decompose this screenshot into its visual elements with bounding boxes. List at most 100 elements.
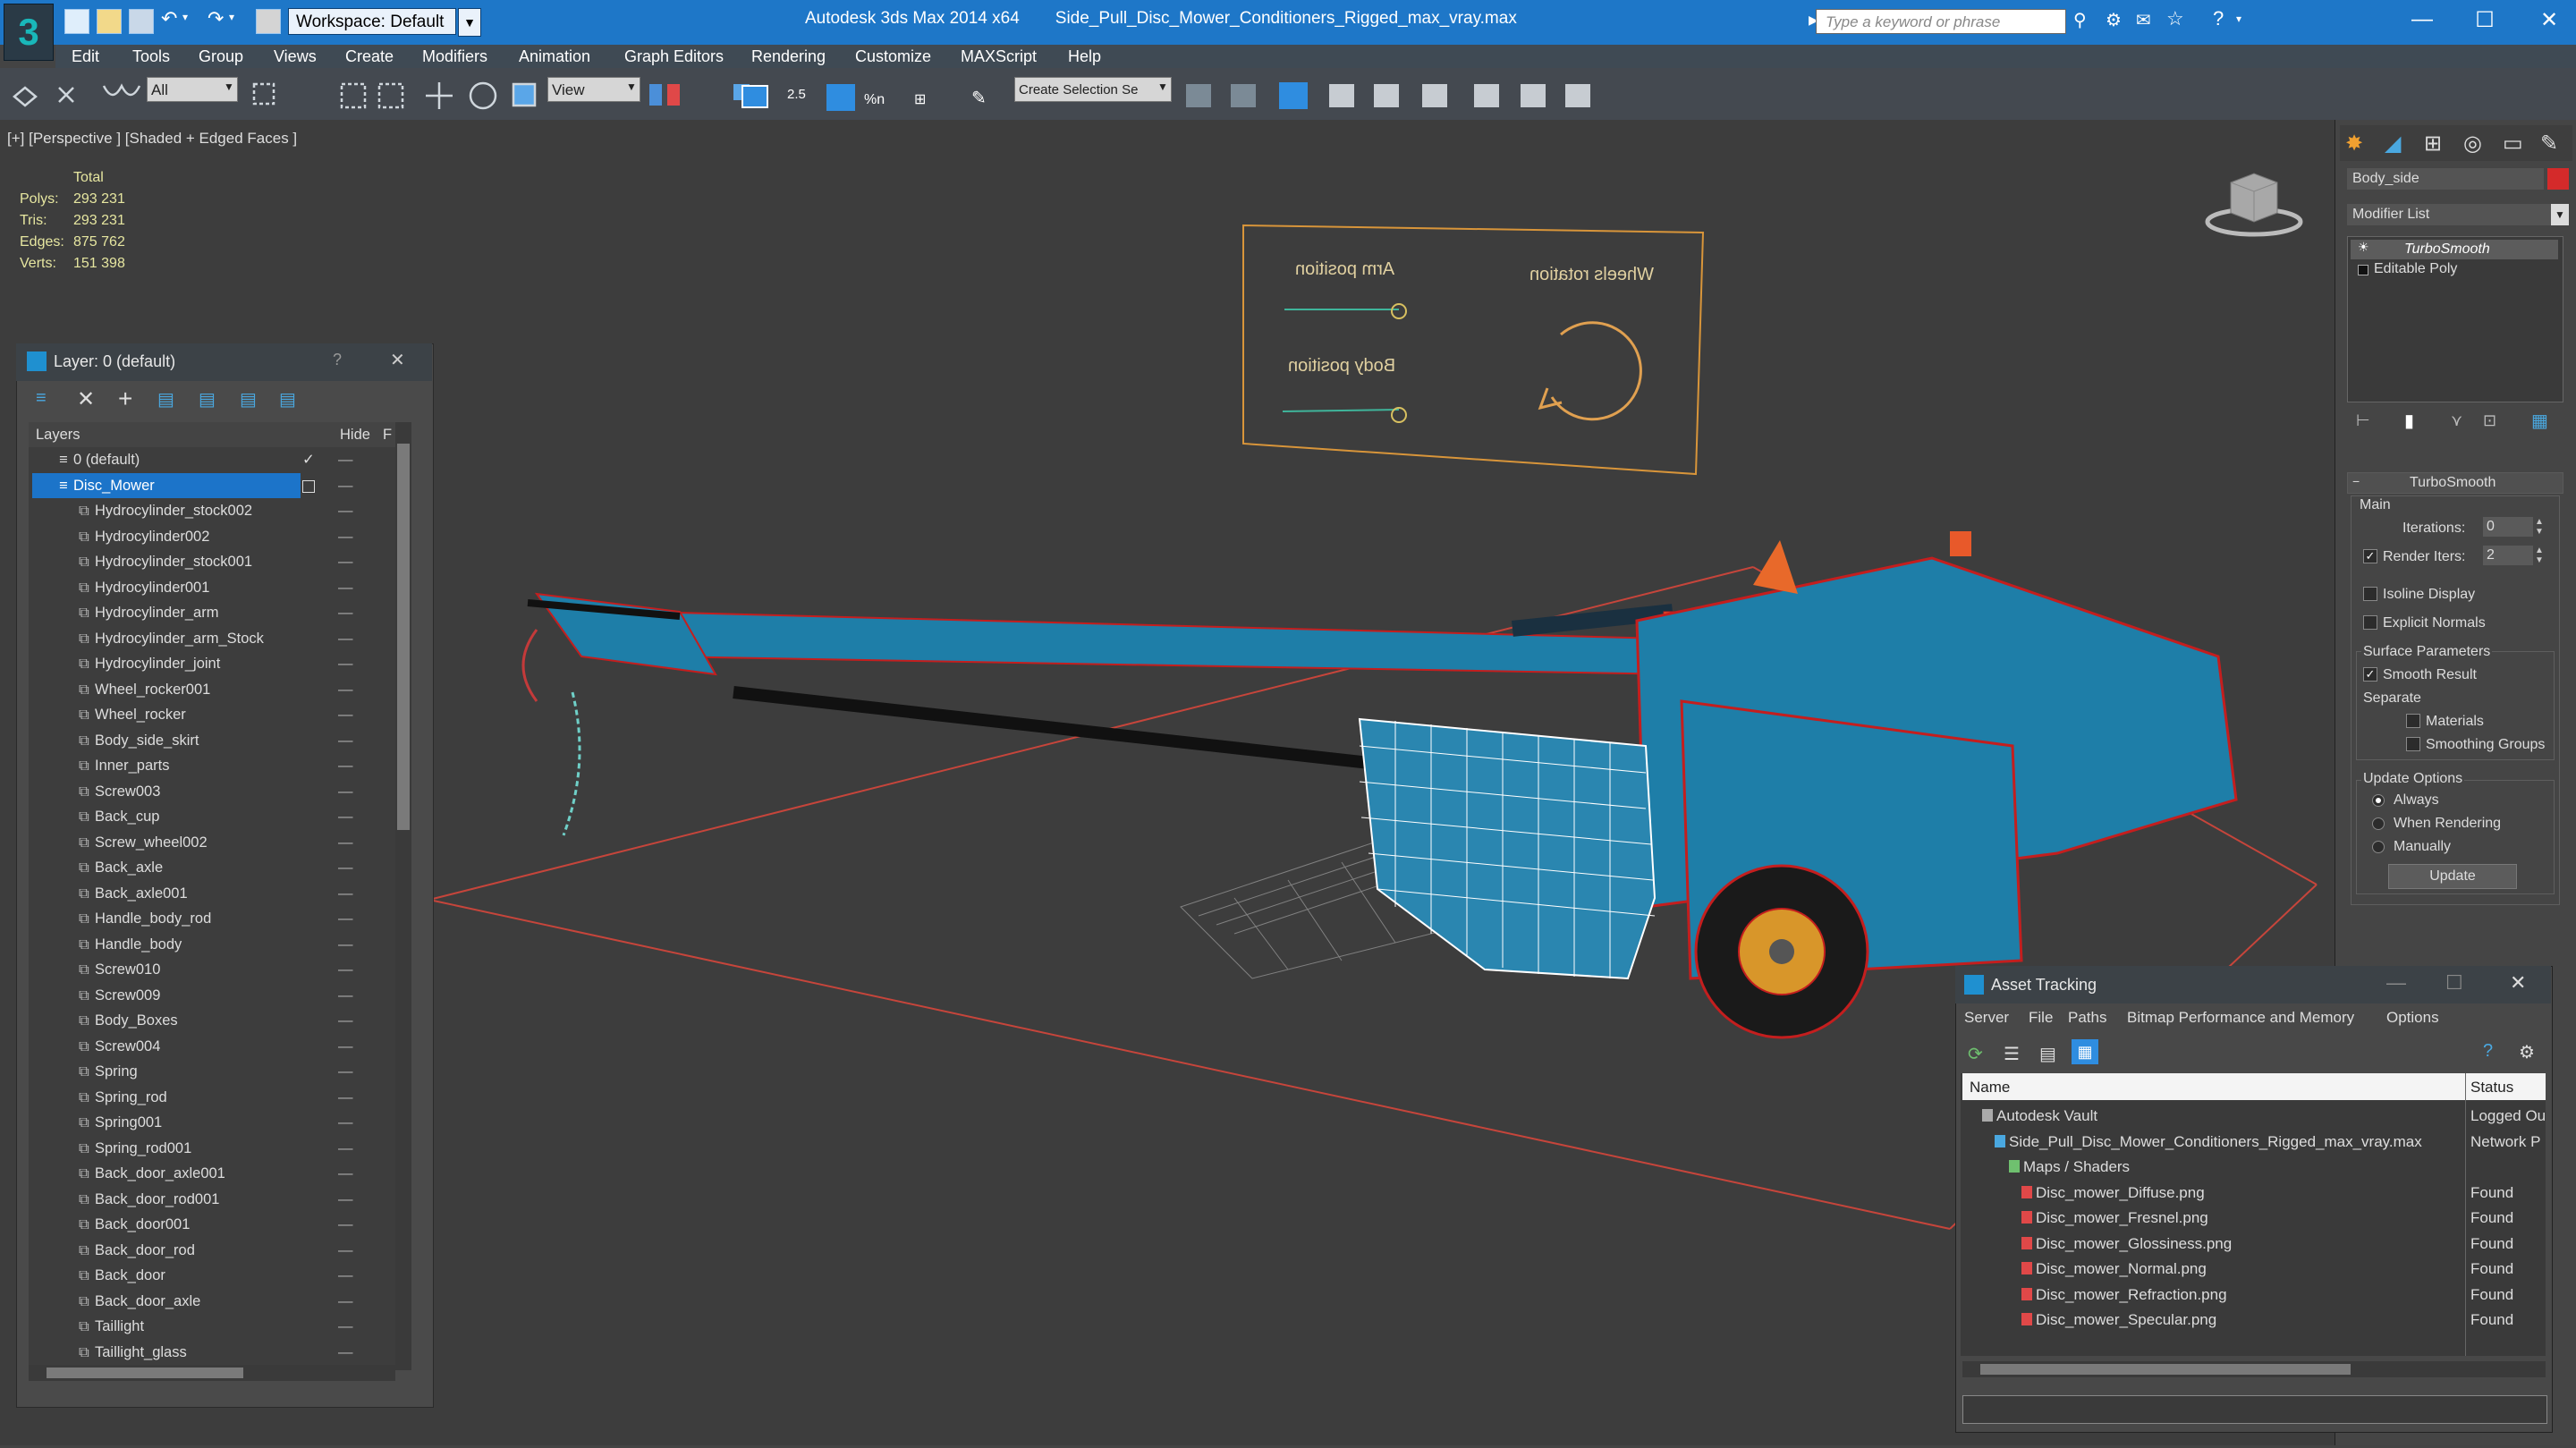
current-layer-icon[interactable]	[302, 479, 315, 493]
layer-object-row[interactable]: ⧉ Body_side_skirt —	[29, 728, 395, 754]
menu-graph-editors[interactable]: Graph Editors	[624, 45, 724, 68]
render-iters-spinner[interactable]: 2	[2483, 546, 2533, 565]
layer-object-row[interactable]: ⧉ Body_Boxes —	[29, 1008, 395, 1034]
column-hide[interactable]: Hide	[340, 427, 370, 444]
help-icon[interactable]: ?	[2483, 1041, 2493, 1062]
maximize-icon[interactable]: ☐	[2467, 7, 2503, 33]
layer-object-row[interactable]: ⧉ Hydrocylinder002 —	[29, 524, 395, 550]
redo-dropdown-icon[interactable]: ▾	[229, 11, 234, 23]
maximize-icon[interactable]: ☐	[2445, 971, 2463, 995]
layer-object-row[interactable]: ⧉ Screw010 —	[29, 957, 395, 983]
chevron-down-icon[interactable]: ▼	[2551, 204, 2569, 225]
asset-menu-file[interactable]: File	[2029, 1009, 2053, 1027]
project-folder-icon[interactable]	[256, 9, 281, 34]
menu-maxscript[interactable]: MAXScript	[961, 45, 1037, 68]
stack-item-editable-poly[interactable]: Editable Poly	[2374, 261, 2457, 277]
hide-toggle[interactable]: —	[338, 1034, 353, 1060]
freeze-all-layers-icon[interactable]: ▤	[279, 388, 296, 411]
hide-toggle[interactable]: —	[338, 779, 353, 805]
new-file-icon[interactable]	[64, 9, 89, 34]
layer-object-row[interactable]: ⧉ Back_axle —	[29, 855, 395, 881]
when-rendering-radio[interactable]	[2372, 817, 2385, 830]
asset-row[interactable]: Maps / Shaders	[1962, 1155, 2546, 1181]
render-iters-checkbox[interactable]: ✓	[2363, 549, 2377, 563]
menu-tools[interactable]: Tools	[132, 45, 170, 68]
hide-toggle[interactable]: —	[338, 1008, 353, 1034]
hide-toggle[interactable]: —	[338, 498, 353, 524]
layer-object-row[interactable]: ⧉ Back_cup —	[29, 804, 395, 830]
create-tab-icon[interactable]: ✸	[2345, 131, 2363, 157]
hide-toggle[interactable]: —	[338, 983, 353, 1009]
asset-menu-server[interactable]: Server	[1964, 1009, 2009, 1027]
hide-toggle[interactable]: —	[338, 855, 353, 881]
layer-object-row[interactable]: ⧉ Hydrocylinder_arm —	[29, 600, 395, 626]
help-dropdown-icon[interactable]: ▾	[2236, 13, 2241, 25]
scrollbar-thumb[interactable]	[397, 444, 410, 830]
asset-row[interactable]: Disc_mower_Refraction.png Found	[1962, 1283, 2546, 1308]
make-unique-icon[interactable]: ⋎	[2451, 411, 2462, 430]
asset-path-field[interactable]	[1962, 1395, 2547, 1424]
asset-row[interactable]: Disc_mower_Normal.png Found	[1962, 1257, 2546, 1283]
layer-object-row[interactable]: ⧉ Inner_parts —	[29, 753, 395, 779]
table-view-icon[interactable]: ▤	[2039, 1043, 2056, 1065]
layer-object-row[interactable]: ⧉ Wheel_rocker001 —	[29, 677, 395, 703]
hide-toggle[interactable]: —	[338, 447, 353, 473]
minimize-icon[interactable]: —	[2404, 7, 2440, 32]
spinner-arrows-icon[interactable]: ▲ ▼	[2535, 517, 2544, 537]
layer-object-row[interactable]: ⧉ Hydrocylinder_stock001 —	[29, 549, 395, 575]
hide-toggle[interactable]: —	[338, 728, 353, 754]
collapse-icon[interactable]: −	[2352, 474, 2360, 488]
redo-icon[interactable]: ↷	[208, 7, 224, 30]
select-objects-in-layer-icon[interactable]: ▤	[157, 388, 174, 411]
modify-tab-icon[interactable]: ◢	[2385, 131, 2401, 157]
hide-toggle[interactable]: —	[338, 957, 353, 983]
layer-object-row[interactable]: ⧉ Hydrocylinder_stock002 —	[29, 498, 395, 524]
close-icon[interactable]: ✕	[390, 349, 405, 371]
column-freeze[interactable]: F	[383, 427, 392, 444]
grid-view-icon[interactable]: ▦	[2072, 1039, 2098, 1064]
hide-toggle[interactable]: —	[338, 549, 353, 575]
layer-object-row[interactable]: ⧉ Back_door_rod —	[29, 1238, 395, 1264]
object-name-field[interactable]: Body_side	[2347, 168, 2544, 190]
selection-set-dropdown[interactable]: Create Selection Se	[1014, 77, 1172, 102]
hide-toggle[interactable]: —	[338, 651, 353, 677]
hide-toggle[interactable]: —	[338, 1136, 353, 1162]
layer-object-row[interactable]: ⧉ Screw004 —	[29, 1034, 395, 1060]
display-tab-icon[interactable]: ▭	[2503, 131, 2523, 157]
hide-toggle[interactable]: —	[338, 1263, 353, 1289]
undo-icon[interactable]: ↶	[161, 7, 177, 30]
hide-toggle[interactable]: —	[338, 1059, 353, 1085]
delete-layer-icon[interactable]: ✕	[77, 386, 95, 412]
layer-object-row[interactable]: ⧉ Back_door_axle001 —	[29, 1161, 395, 1187]
column-name[interactable]: Name	[1970, 1079, 2010, 1097]
help-icon[interactable]: ?	[2213, 7, 2224, 30]
binoculars-icon[interactable]: ⚲	[2073, 9, 2087, 31]
layer-object-row[interactable]: ⧉ Hydrocylinder_joint —	[29, 651, 395, 677]
asset-row[interactable]: Disc_mower_Specular.png Found	[1962, 1308, 2546, 1334]
layer-object-row[interactable]: ⧉ Screw003 —	[29, 779, 395, 805]
layer-object-row[interactable]: ⧉ Back_door_axle —	[29, 1289, 395, 1315]
settings-icon[interactable]: ⚙	[2519, 1041, 2535, 1063]
open-file-icon[interactable]	[97, 9, 122, 34]
bulb-icon[interactable]: ☀	[2358, 240, 2369, 255]
hide-toggle[interactable]: —	[338, 600, 353, 626]
asset-row[interactable]: Disc_mower_Fresnel.png Found	[1962, 1206, 2546, 1232]
layer-row-default[interactable]: ≡ 0 (default) ✓ —	[29, 447, 395, 473]
subscription-icon[interactable]: ⚙	[2106, 9, 2122, 31]
minimize-icon[interactable]: —	[2386, 971, 2406, 995]
chevron-down-icon[interactable]: ▼	[458, 8, 481, 37]
add-to-layer-icon[interactable]: +	[118, 385, 132, 413]
hierarchy-tab-icon[interactable]: ⊞	[2424, 131, 2442, 157]
layer-object-row[interactable]: ⧉ Back_door_rod001 —	[29, 1187, 395, 1213]
layer-object-row[interactable]: ⧉ Spring —	[29, 1059, 395, 1085]
object-color-swatch[interactable]	[2547, 168, 2569, 190]
hide-toggle[interactable]: —	[338, 1110, 353, 1136]
menu-create[interactable]: Create	[345, 45, 394, 68]
layer-object-row[interactable]: ⧉ Screw009 —	[29, 983, 395, 1009]
save-file-icon[interactable]	[129, 9, 154, 34]
smooth-result-checkbox[interactable]: ✓	[2363, 667, 2377, 682]
update-button[interactable]: Update	[2388, 864, 2517, 889]
layer-object-row[interactable]: ⧉ Spring001 —	[29, 1110, 395, 1136]
scrollbar-thumb[interactable]	[47, 1368, 243, 1378]
asset-row[interactable]: Disc_mower_Diffuse.png Found	[1962, 1181, 2546, 1207]
